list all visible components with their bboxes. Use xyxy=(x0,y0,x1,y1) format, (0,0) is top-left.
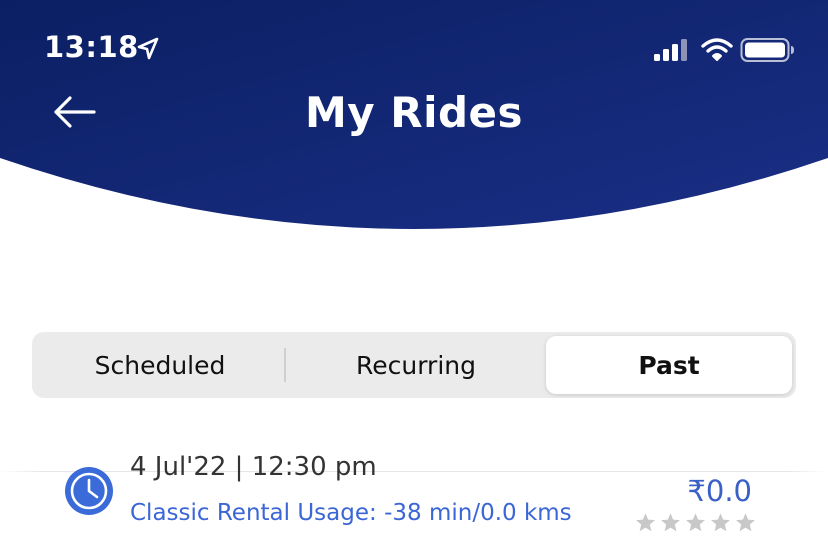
status-bar: 13:18 xyxy=(0,0,828,90)
segment-divider xyxy=(284,348,286,382)
ride-usage-summary: Classic Rental Usage: -38 min/0.0 kms xyxy=(130,500,572,526)
page-title: My Rides xyxy=(304,88,524,137)
clock-icon xyxy=(65,467,113,515)
tab-recurring[interactable]: Recurring xyxy=(288,336,544,394)
tab-past[interactable]: Past xyxy=(546,336,792,394)
star-icon[interactable] xyxy=(734,512,757,534)
ride-list-item[interactable]: 4 Jul'22 | 12:30 pm Classic Rental Usage… xyxy=(0,440,828,541)
ride-date-time: 4 Jul'22 | 12:30 pm xyxy=(130,452,377,482)
star-icon[interactable] xyxy=(709,512,732,534)
ride-rating-stars[interactable] xyxy=(634,512,758,534)
cellular-signal-icon xyxy=(654,39,687,61)
ride-fare: ₹0.0 xyxy=(687,474,752,508)
status-time: 13:18 xyxy=(44,30,139,64)
star-icon[interactable] xyxy=(659,512,682,534)
battery-icon xyxy=(740,38,794,62)
star-icon[interactable] xyxy=(634,512,657,534)
tab-scheduled[interactable]: Scheduled xyxy=(36,336,284,394)
location-arrow-icon xyxy=(137,37,159,60)
ride-type-segmented-control: Scheduled Recurring Past xyxy=(32,332,796,398)
wifi-icon xyxy=(701,38,733,61)
star-icon[interactable] xyxy=(684,512,707,534)
